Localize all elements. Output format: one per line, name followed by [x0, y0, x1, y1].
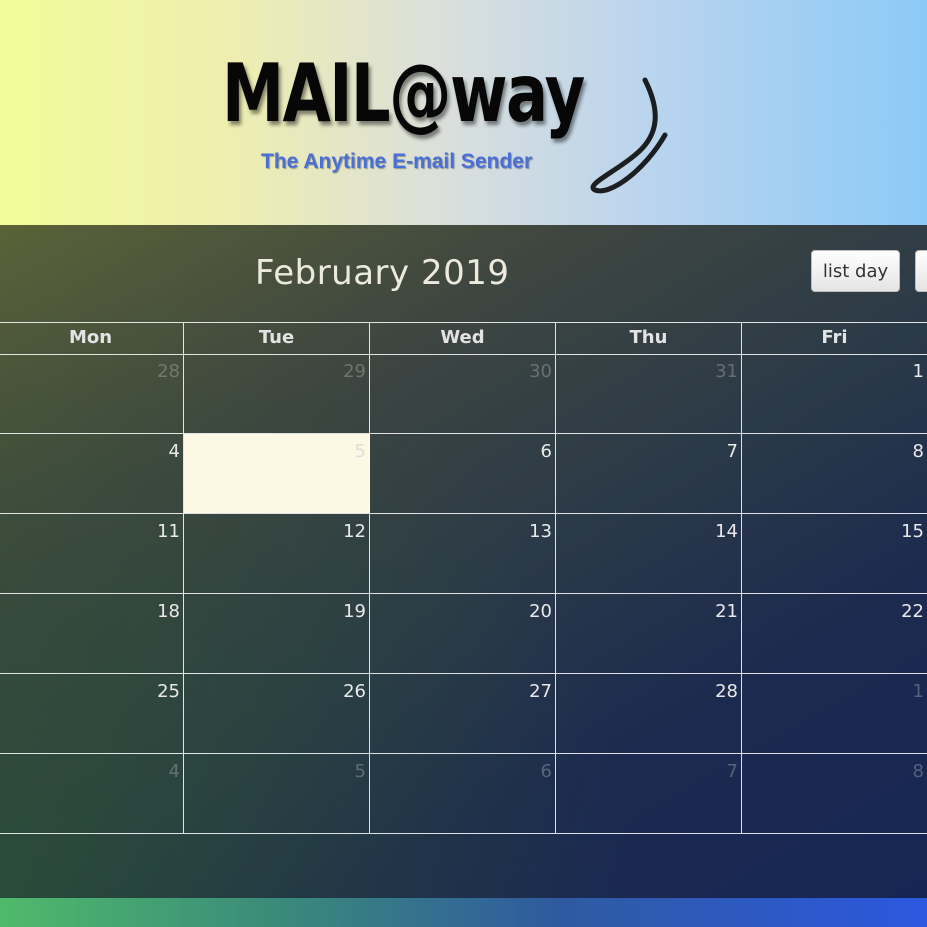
day-number[interactable]: 26 [343, 680, 366, 704]
day-number[interactable]: 22 [901, 600, 924, 624]
calendar-day-cell[interactable]: 6 [370, 754, 556, 833]
calendar-day-cell[interactable]: 4 [0, 434, 184, 513]
header-banner: MAIL@way The Anytime E-mail Sender [0, 0, 927, 225]
calendar-day-cell[interactable]: 8 [742, 754, 927, 833]
calendar-day-cell[interactable]: 14 [556, 514, 742, 593]
calendar-day-cell[interactable]: 7 [556, 754, 742, 833]
footer-bar [0, 898, 927, 927]
calendar-day-cell[interactable]: 1 [742, 354, 927, 433]
calendar-day-cell[interactable]: 11 [0, 514, 184, 593]
calendar-week-row: 242526272812 [0, 674, 927, 754]
calendar-day-cell[interactable]: 18 [0, 594, 184, 673]
day-number[interactable]: 28 [715, 680, 738, 704]
day-number[interactable]: 8 [913, 440, 924, 464]
day-number[interactable]: 1 [913, 360, 924, 384]
calendar-day-cell[interactable]: 4 [0, 754, 184, 833]
weekday-header-tue: Tue [184, 323, 370, 354]
calendar-day-cell[interactable]: 6 [370, 434, 556, 513]
day-number[interactable]: 4 [169, 760, 180, 784]
day-number[interactable]: 4 [169, 440, 180, 464]
day-number[interactable]: 13 [529, 520, 552, 544]
calendar-week-row: 3456789 [0, 754, 927, 834]
calendar-day-cell[interactable]: 31 [556, 354, 742, 433]
calendar-day-cell[interactable]: 22 [742, 594, 927, 673]
weekday-header-mon: Mon [0, 323, 184, 354]
calendar-day-cell[interactable]: 26 [184, 674, 370, 753]
day-number[interactable]: 14 [715, 520, 738, 544]
calendar-week-row: 272829303112 [0, 354, 927, 434]
day-number[interactable]: 20 [529, 600, 552, 624]
calendar-day-cell[interactable]: 21 [556, 594, 742, 673]
calendar-day-cell[interactable]: 8 [742, 434, 927, 513]
calendar-week-row: 3456789 [0, 434, 927, 514]
calendar-day-cell[interactable]: 29 [184, 354, 370, 433]
day-number[interactable]: 6 [541, 440, 552, 464]
day-number[interactable]: 7 [727, 760, 738, 784]
day-number[interactable]: 31 [715, 360, 738, 384]
day-number[interactable]: 15 [901, 520, 924, 544]
calendar-day-cell[interactable]: 19 [184, 594, 370, 673]
calendar-title: February 2019 [255, 253, 510, 293]
day-number[interactable]: 30 [529, 360, 552, 384]
day-number[interactable]: 29 [343, 360, 366, 384]
calendar-day-cell[interactable]: 25 [0, 674, 184, 753]
day-number[interactable]: 12 [343, 520, 366, 544]
calendar-day-cell[interactable]: 12 [184, 514, 370, 593]
logo-wordmark: MAIL@way [222, 47, 585, 140]
calendar-day-cell[interactable]: 5 [184, 754, 370, 833]
day-number[interactable]: 8 [913, 760, 924, 784]
calendar-day-cell[interactable]: 28 [0, 354, 184, 433]
weekday-header-wed: Wed [370, 323, 556, 354]
calendar-day-cell[interactable]: 1 [742, 674, 927, 753]
day-number[interactable]: 27 [529, 680, 552, 704]
day-number[interactable]: 19 [343, 600, 366, 624]
logo-tagline: The Anytime E-mail Sender [261, 150, 533, 173]
list-day-button[interactable]: list day [811, 250, 900, 292]
weekday-header-thu: Thu [556, 323, 742, 354]
day-number[interactable]: 11 [157, 520, 180, 544]
day-number[interactable]: 5 [355, 440, 366, 464]
weekday-header-row: SunMonTueWedThuFriSat [0, 322, 927, 355]
day-number[interactable]: 28 [157, 360, 180, 384]
calendar-day-cell[interactable]: 15 [742, 514, 927, 593]
weekday-header-fri: Fri [742, 323, 927, 354]
calendar-week-row: 17181920212223 [0, 594, 927, 674]
calendar-month-grid: 2728293031123456789101112131415161718192… [0, 354, 927, 834]
day-number[interactable]: 5 [355, 760, 366, 784]
day-number[interactable]: 7 [727, 440, 738, 464]
calendar-day-cell[interactable]: 28 [556, 674, 742, 753]
day-number[interactable]: 21 [715, 600, 738, 624]
calendar-day-cell[interactable]: 13 [370, 514, 556, 593]
calendar-day-today[interactable]: 5 [184, 434, 370, 513]
view-button-clipped[interactable] [915, 250, 927, 292]
calendar-day-cell[interactable]: 30 [370, 354, 556, 433]
calendar-week-row: 10111213141516 [0, 514, 927, 594]
day-number[interactable]: 25 [157, 680, 180, 704]
logo: MAIL@way The Anytime E-mail Sender [215, 40, 685, 200]
calendar-day-cell[interactable]: 27 [370, 674, 556, 753]
day-number[interactable]: 1 [913, 680, 924, 704]
day-number[interactable]: 6 [541, 760, 552, 784]
calendar-panel: February 2019 list day SunMonTueWedThuFr… [0, 225, 927, 898]
day-number[interactable]: 18 [157, 600, 180, 624]
calendar-day-cell[interactable]: 20 [370, 594, 556, 673]
calendar-day-cell[interactable]: 7 [556, 434, 742, 513]
